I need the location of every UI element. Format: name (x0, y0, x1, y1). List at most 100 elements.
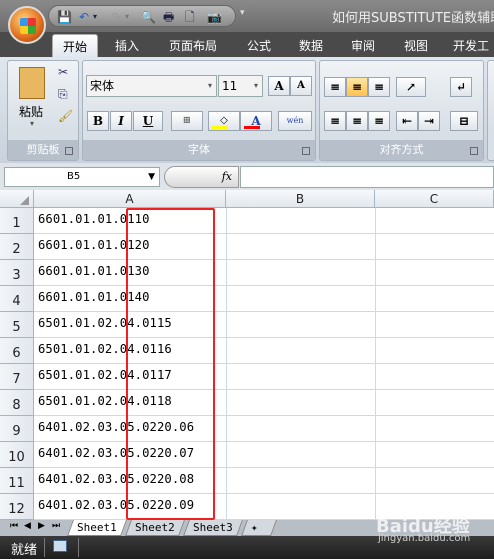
decrease-indent-button[interactable]: ⇤ (396, 111, 418, 131)
name-box[interactable]: B5 ▼ (4, 167, 160, 187)
column-header-b[interactable]: B (226, 190, 375, 208)
cut-icon[interactable]: ✂ (58, 65, 68, 79)
dialog-launcher-icon[interactable] (302, 147, 310, 155)
chevron-down-icon[interactable]: ▼ (148, 168, 155, 186)
office-button[interactable] (8, 6, 46, 44)
copy-icon[interactable]: ⎘ (58, 87, 68, 102)
font-color-swatch (244, 126, 260, 129)
dialog-launcher-icon[interactable] (470, 147, 478, 155)
row-header[interactable]: 4 (0, 286, 34, 312)
formula-input[interactable] (240, 166, 494, 188)
orientation-button[interactable]: ↗ (396, 77, 426, 97)
table-row: 6501.01.02.04.0117 (34, 364, 494, 390)
divider (78, 538, 79, 557)
select-all-button[interactable] (0, 190, 34, 208)
font-name-select[interactable]: 宋体 ▾ (86, 75, 217, 97)
tab-review[interactable]: 审阅 (340, 34, 386, 58)
tab-developer[interactable]: 开发工 (446, 34, 494, 58)
macro-record-icon[interactable] (53, 540, 67, 552)
name-box-value: B5 (67, 171, 81, 182)
paste-label[interactable]: 粘贴 (19, 103, 43, 120)
formula-bar: B5 ▼ fx (0, 163, 494, 190)
first-sheet-icon[interactable]: ⏮ (10, 521, 18, 531)
prev-sheet-icon[interactable]: ◀ (24, 521, 31, 531)
align-right-button[interactable]: ≡ (368, 111, 390, 131)
grow-font-button[interactable]: A (268, 76, 290, 96)
font-name-value: 宋体 (90, 79, 115, 93)
row-header[interactable]: 6 (0, 338, 34, 364)
tab-page-layout[interactable]: 页面布局 (160, 34, 226, 58)
tab-home[interactable]: 开始 (52, 34, 98, 58)
dialog-launcher-icon[interactable] (65, 147, 73, 155)
last-sheet-icon[interactable]: ⏭ (52, 521, 60, 531)
format-painter-icon[interactable]: 🖌 (58, 109, 73, 123)
font-size-select[interactable]: 11 ▾ (218, 75, 263, 97)
align-left-button[interactable]: ≡ (324, 111, 346, 131)
tab-insert[interactable]: 插入 (104, 34, 150, 58)
italic-button[interactable]: I (110, 111, 132, 131)
row-header[interactable]: 2 (0, 234, 34, 260)
sheet-tab-3[interactable]: Sheet3 (183, 520, 243, 536)
undo-icon[interactable]: ↶ (79, 10, 93, 24)
redo-dropdown-icon[interactable]: ▾ (125, 10, 139, 24)
table-row: 6401.02.03.05.0220.07 (34, 442, 494, 468)
undo-dropdown-icon[interactable]: ▾ (93, 10, 107, 24)
divider (44, 538, 45, 557)
row-header[interactable]: 9 (0, 416, 34, 442)
borders-button[interactable]: ⊞ (171, 111, 203, 131)
new-icon[interactable]: 🗋 (185, 10, 199, 24)
sheet-tab-label: Sheet1 (77, 521, 117, 534)
tab-data[interactable]: 数据 (288, 34, 334, 58)
merge-center-button[interactable]: ⊟ (450, 111, 478, 131)
ribbon-tabs: 开始 插入 页面布局 公式 数据 审阅 视图 开发工 (0, 32, 494, 58)
row-header[interactable]: 3 (0, 260, 34, 286)
align-center-button[interactable]: ≡ (346, 111, 368, 131)
align-bottom-button[interactable]: ≡ (368, 77, 390, 97)
spreadsheet-grid: A B C 1 6601.01.01.0110 2 6601.01.01.0120 3 6… (0, 190, 494, 520)
align-middle-button[interactable]: ≡ (346, 77, 368, 97)
shrink-font-button[interactable]: A (290, 76, 312, 96)
row-header[interactable]: 8 (0, 390, 34, 416)
row-header[interactable]: 1 (0, 208, 34, 234)
next-sheet-icon[interactable]: ▶ (38, 521, 45, 531)
align-top-button[interactable]: ≡ (324, 77, 346, 97)
ribbon: 粘贴 ▾ ✂ ⎘ 🖌 剪贴板 宋体 ▾ 11 ▾ A A B I U ⊞ ◇ A w… (0, 57, 494, 163)
paste-icon[interactable] (19, 67, 45, 99)
phonetic-button[interactable]: wén (278, 111, 312, 131)
row-header[interactable]: 5 (0, 312, 34, 338)
wrap-text-button[interactable]: ↵ (450, 77, 472, 97)
row-header[interactable]: 7 (0, 364, 34, 390)
paste-dropdown-icon[interactable]: ▾ (30, 119, 34, 128)
table-row: 6601.01.01.0110 (34, 208, 494, 234)
camera-icon[interactable]: 📷 (207, 10, 222, 24)
column-header-a[interactable]: A (34, 190, 226, 208)
tab-view[interactable]: 视图 (393, 34, 439, 58)
row-header[interactable]: 12 (0, 494, 34, 520)
increase-indent-button[interactable]: ⇥ (418, 111, 440, 131)
insert-sheet-button[interactable]: ✦ (241, 520, 277, 536)
underline-button[interactable]: U (133, 111, 163, 131)
print-icon[interactable]: 🖶 (163, 10, 177, 24)
tab-formulas[interactable]: 公式 (236, 34, 282, 58)
table-row: 6501.01.02.04.0116 (34, 338, 494, 364)
table-row: 6601.01.01.0140 (34, 286, 494, 312)
bold-button[interactable]: B (87, 111, 109, 131)
print-preview-icon[interactable]: 🔍 (141, 10, 156, 24)
row-header[interactable]: 10 (0, 442, 34, 468)
office-logo-icon (20, 18, 36, 34)
sheet-tab-2[interactable]: Sheet2 (125, 520, 185, 536)
table-row: 6601.01.01.0130 (34, 260, 494, 286)
table-row: 6401.02.03.05.0220.08 (34, 468, 494, 494)
fill-color-button[interactable]: ◇ (208, 111, 240, 131)
highlight-box (126, 208, 215, 520)
insert-function-button[interactable]: fx (164, 166, 239, 188)
font-color-button[interactable]: A (240, 111, 272, 131)
customize-qat-icon[interactable]: ▾ (240, 8, 245, 18)
row-header[interactable]: 11 (0, 468, 34, 494)
redo-icon[interactable]: ↷ (111, 10, 125, 24)
chevron-down-icon: ▾ (207, 81, 212, 90)
table-row: 6401.02.03.05.0220.06 (34, 416, 494, 442)
sheet-tab-1[interactable]: Sheet1 (67, 520, 127, 536)
save-icon[interactable]: 💾 (57, 10, 72, 24)
column-header-c[interactable]: C (375, 190, 494, 208)
